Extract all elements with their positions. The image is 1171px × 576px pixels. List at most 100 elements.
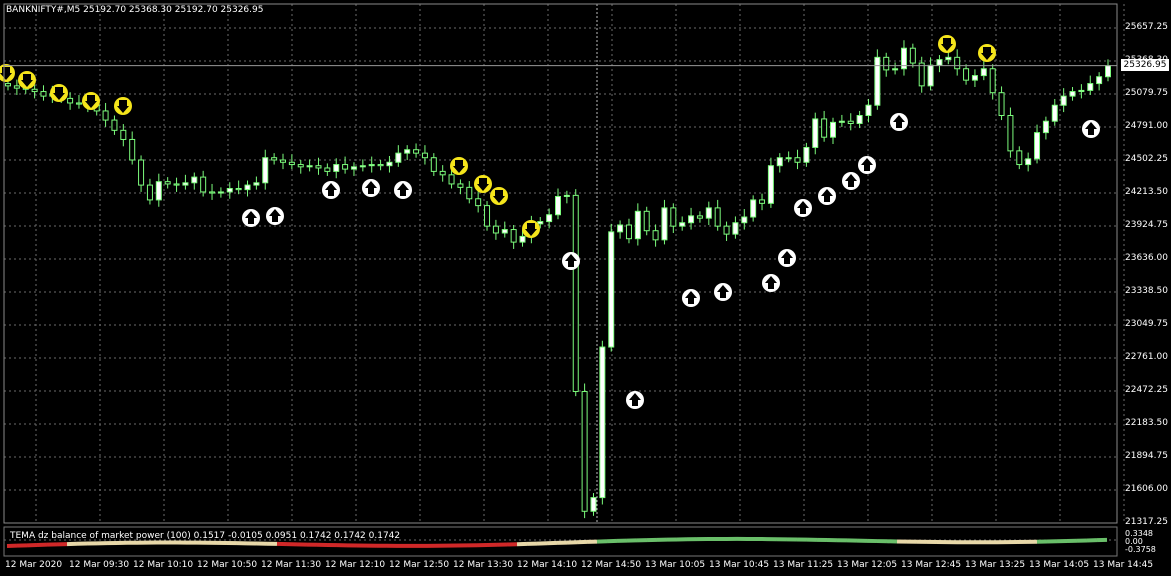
bull-candle: [874, 56, 881, 106]
bull-candle: [306, 165, 313, 168]
bear-candle: [794, 157, 801, 163]
bear-candle: [75, 102, 82, 105]
indicator-title-label: TEMA dz balance of market power (100) 0.…: [10, 531, 401, 541]
bear-candle: [696, 215, 703, 219]
bull-candle: [803, 146, 810, 163]
time-axis-label: 12 Mar 2020: [5, 560, 63, 570]
bear-candle: [954, 56, 961, 70]
bear-candle: [1007, 115, 1014, 152]
bull-candle: [404, 149, 411, 154]
price-axis-label: 22472.25: [1125, 385, 1168, 395]
bear-candle: [297, 164, 304, 168]
bear-candle: [998, 92, 1005, 117]
bear-candle: [315, 165, 322, 169]
bull-candle: [688, 215, 695, 224]
bear-candle: [466, 186, 473, 200]
price-chart[interactable]: [0, 0, 1171, 576]
bear-candle: [413, 149, 420, 154]
bull-candle: [262, 157, 269, 184]
price-axis-label: 25657.25: [1125, 22, 1168, 32]
candlestick-series: [5, 40, 1111, 519]
bull-candle: [359, 165, 366, 168]
time-axis-label: 13 Mar 14:45: [1093, 560, 1154, 570]
price-axis-label: 25079.75: [1125, 88, 1168, 98]
bull-candle: [856, 115, 863, 124]
bear-candle: [457, 183, 464, 188]
price-axis-label: 22183.50: [1125, 418, 1168, 428]
bear-candle: [430, 157, 437, 172]
current-price-tag: 25326.95: [1121, 59, 1169, 71]
bear-candle: [31, 88, 38, 93]
bear-candle: [271, 157, 278, 161]
time-axis-label: 13 Mar 13:25: [965, 560, 1026, 570]
bull-candle: [812, 118, 819, 148]
bear-candle: [918, 62, 925, 87]
bull-candle: [182, 182, 189, 186]
bull-candle: [1051, 104, 1058, 122]
bull-candle: [980, 68, 987, 77]
bull-candle: [537, 221, 544, 225]
bull-candle: [971, 75, 978, 81]
bull-candle: [661, 207, 668, 241]
time-axis-label: 13 Mar 11:25: [773, 560, 834, 570]
bear-candle: [288, 161, 295, 166]
bear-candle: [581, 391, 588, 512]
bull-candle: [830, 121, 836, 138]
bull-candle: [634, 210, 641, 240]
bull-candle: [519, 235, 526, 243]
bear-candle: [164, 181, 171, 185]
time-axis-label: 12 Mar 12:10: [325, 560, 386, 570]
time-axis-label: 13 Mar 10:05: [645, 560, 706, 570]
bear-candle: [475, 198, 482, 207]
time-axis-label: 12 Mar 14:10: [517, 560, 578, 570]
bear-candle: [492, 225, 499, 234]
chart-frame: [3, 3, 1118, 524]
bear-candle: [120, 129, 127, 140]
bull-candle: [838, 120, 845, 123]
bull-candle: [244, 184, 251, 191]
bull-candle: [865, 104, 872, 117]
bull-candle: [1096, 76, 1103, 85]
bull-candle: [608, 231, 615, 348]
bear-candle: [324, 167, 331, 172]
bull-candle: [563, 194, 570, 197]
time-axis-label: 12 Mar 10:10: [133, 560, 194, 570]
bull-candle: [1078, 89, 1085, 93]
bear-candle: [235, 188, 242, 191]
time-axis-label: 12 Mar 14:50: [581, 560, 642, 570]
bull-candle: [217, 191, 224, 194]
bull-candle: [732, 222, 739, 235]
price-axis-label: 23049.75: [1125, 319, 1168, 329]
bull-candle: [333, 164, 340, 172]
bear-candle: [847, 120, 854, 124]
bear-candle: [625, 224, 632, 240]
bear-candle: [714, 207, 721, 227]
bull-candle: [350, 166, 357, 170]
bear-candle: [342, 164, 349, 170]
bull-candle: [386, 161, 393, 167]
bear-candle: [421, 152, 428, 159]
price-axis-label: 23636.00: [1125, 253, 1168, 263]
bull-candle: [226, 188, 233, 193]
time-axis-label: 13 Mar 10:45: [709, 560, 770, 570]
price-axis-label: 24502.25: [1125, 154, 1168, 164]
bear-candle: [759, 199, 766, 204]
bull-candle: [936, 59, 943, 66]
bull-candle: [155, 181, 162, 201]
bull-candle: [555, 195, 561, 216]
bear-candle: [5, 83, 11, 87]
time-axis-label: 12 Mar 11:30: [261, 560, 322, 570]
trading-terminal-chart-window[interactable]: BANKNIFTY#,M5 25192.70 25368.30 25192.70…: [0, 0, 1171, 576]
time-axis-label: 13 Mar 12:05: [837, 560, 898, 570]
price-axis-label: 24791.00: [1125, 121, 1168, 131]
bear-candle: [200, 176, 207, 193]
bull-candle: [1069, 91, 1076, 97]
bear-candle: [510, 229, 517, 243]
bear-candle: [484, 205, 491, 227]
price-axis-label: 23338.50: [1125, 286, 1168, 296]
bull-candle: [679, 222, 686, 227]
bull-candle: [892, 68, 899, 71]
price-axis-label: 23924.75: [1125, 220, 1168, 230]
bear-candle: [111, 119, 118, 131]
bull-candle: [395, 152, 402, 163]
